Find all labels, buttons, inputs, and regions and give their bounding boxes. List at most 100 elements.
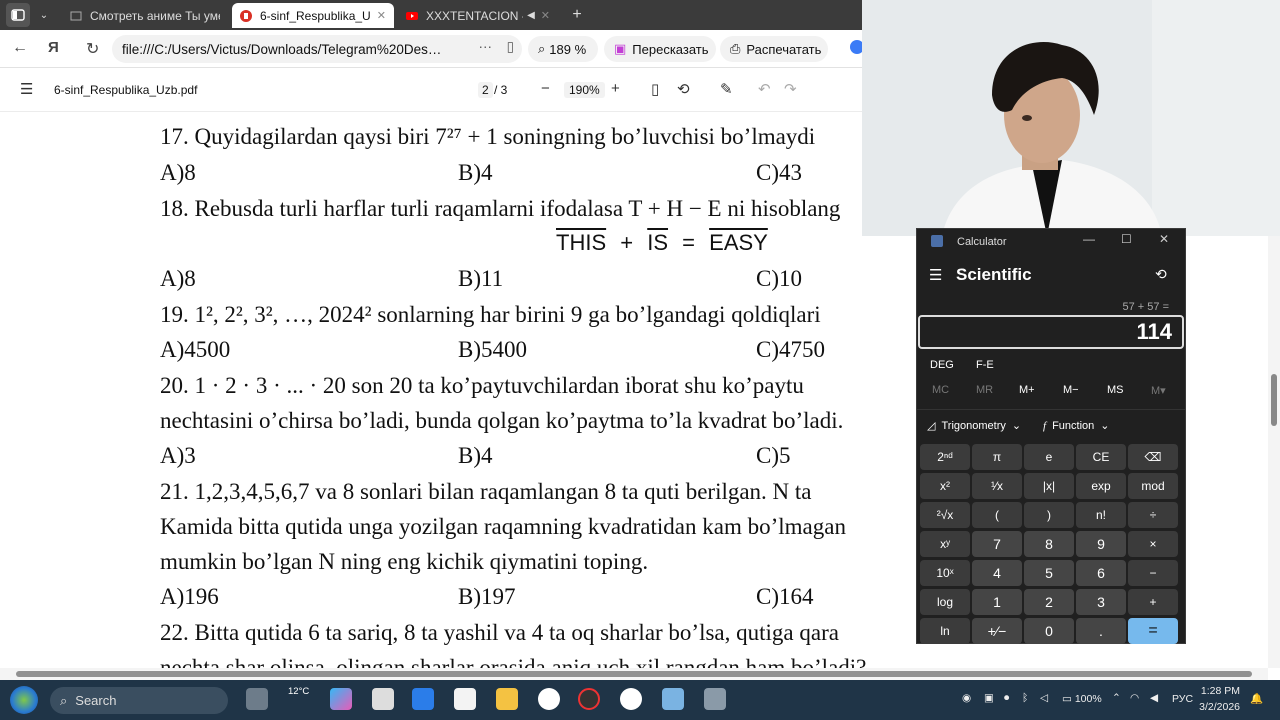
memory-recall-button[interactable]: MR — [976, 384, 993, 396]
digit-7-button[interactable]: 7 — [972, 531, 1022, 557]
memory-list-button[interactable]: M▾ — [1151, 384, 1166, 397]
start-button[interactable] — [10, 686, 38, 714]
print-button[interactable]: ⎙ Распечатать — [720, 36, 828, 62]
redo-icon[interactable]: ↷ — [784, 80, 797, 98]
file-explorer-icon[interactable] — [496, 688, 518, 710]
battery-status[interactable]: ▭ 100% — [1062, 693, 1102, 705]
angle-unit-button[interactable]: DEG — [930, 359, 954, 371]
page-number-input[interactable]: 2 — [478, 82, 493, 98]
copilot-icon[interactable] — [330, 688, 352, 710]
minus-button[interactable]: − — [1128, 560, 1178, 586]
task-view-icon[interactable] — [246, 688, 268, 710]
sqrt-button[interactable]: ²√x — [920, 502, 970, 528]
close-icon[interactable]: ✕ — [377, 9, 386, 22]
open-paren-button[interactable]: ( — [972, 502, 1022, 528]
rotate-icon[interactable]: ⟲ — [677, 80, 690, 98]
taskbar-search[interactable]: ⌕ Search — [50, 687, 228, 714]
digit-3-button[interactable]: 3 — [1076, 589, 1126, 615]
digit-8-button[interactable]: 8 — [1024, 531, 1074, 557]
fe-button[interactable]: F-E — [976, 359, 994, 371]
close-icon[interactable]: ✕ — [1159, 232, 1169, 246]
reload-icon[interactable]: ↻ — [86, 39, 99, 59]
notification-icon[interactable]: 🔔 — [1250, 692, 1263, 705]
notes-icon[interactable] — [662, 688, 684, 710]
menu-icon[interactable]: ☰ — [20, 80, 33, 98]
digit-2-button[interactable]: 2 — [1024, 589, 1074, 615]
close-paren-button[interactable]: ) — [1024, 502, 1074, 528]
zoom-out-icon[interactable]: − — [541, 80, 550, 97]
media-player-icon[interactable] — [578, 688, 600, 710]
pi-button[interactable]: π — [972, 444, 1022, 470]
multiply-button[interactable]: × — [1128, 531, 1178, 557]
tab-anime[interactable]: Смотреть аниме Ты умее — [62, 3, 228, 28]
memory-add-button[interactable]: M+ — [1019, 384, 1035, 396]
clear-entry-button[interactable]: CE — [1076, 444, 1126, 470]
clock-date[interactable]: 3/2/2026 — [1198, 701, 1240, 713]
tray-app-icon[interactable]: ◉ — [962, 692, 971, 704]
tab-list-button[interactable]: ⌄ — [34, 3, 54, 27]
undo-icon[interactable]: ↶ — [758, 80, 771, 98]
tray-chat-icon[interactable]: ▣ — [984, 692, 994, 704]
tray-bluetooth-icon[interactable]: ᛒ — [1022, 692, 1028, 704]
digit-6-button[interactable]: 6 — [1076, 560, 1126, 586]
digit-9-button[interactable]: 9 — [1076, 531, 1126, 557]
weather-widget[interactable]: 12°C — [288, 686, 309, 697]
abs-button[interactable]: |x| — [1024, 473, 1074, 499]
backspace-button[interactable]: ⌫ — [1128, 444, 1178, 470]
reciprocal-button[interactable]: ¹⁄x — [972, 473, 1022, 499]
tab-pdf[interactable]: 6-sinf_Respublika_Uzb.p ✕ — [232, 3, 394, 28]
back-arrow-icon[interactable]: ← — [12, 39, 28, 57]
ten-power-button[interactable]: 10ˣ — [920, 560, 970, 586]
function-dropdown[interactable]: f Function ⌄ — [1043, 419, 1109, 433]
fit-page-icon[interactable]: ▯ — [651, 80, 659, 98]
close-icon[interactable]: ✕ — [541, 9, 550, 22]
speaker-icon[interactable]: ◀ — [1150, 692, 1158, 704]
calculator-taskbar-icon[interactable] — [704, 688, 726, 710]
yandex-icon[interactable]: Я — [48, 39, 59, 56]
tray-overflow-icon[interactable]: ⌃ — [1112, 692, 1121, 704]
decimal-button[interactable]: . — [1076, 618, 1126, 644]
volume-icon[interactable]: ◁ — [1040, 692, 1048, 704]
exp-button[interactable]: exp — [1076, 473, 1126, 499]
store-icon[interactable] — [412, 688, 434, 710]
bookmark-icon[interactable]: ▯ — [507, 39, 514, 55]
sidebar-toggle-button[interactable] — [6, 3, 30, 27]
history-icon[interactable]: ⟲ — [1155, 266, 1167, 283]
log-button[interactable]: log — [920, 589, 970, 615]
address-bar[interactable]: file:///C:/Users/Victus/Downloads/Telegr… — [112, 35, 522, 63]
digit-5-button[interactable]: 5 — [1024, 560, 1074, 586]
pdf-zoom-input[interactable]: 190% — [564, 82, 605, 98]
wifi-icon[interactable]: ◠ — [1130, 692, 1139, 704]
maximize-icon[interactable]: ☐ — [1121, 232, 1132, 246]
tab-youtube[interactable]: XXXTENTACION - Le ◀ ✕ — [398, 3, 558, 28]
plus-button[interactable]: + — [1128, 589, 1178, 615]
windows-logo-icon[interactable] — [372, 688, 394, 710]
factorial-button[interactable]: n! — [1076, 502, 1126, 528]
new-tab-button[interactable]: + — [566, 3, 588, 27]
square-button[interactable]: x² — [920, 473, 970, 499]
digit-4-button[interactable]: 4 — [972, 560, 1022, 586]
zoom-button[interactable]: ⌕ 189 % — [528, 36, 598, 62]
ln-button[interactable]: ln — [920, 618, 970, 644]
digit-0-button[interactable]: 0 — [1024, 618, 1074, 644]
zoom-in-icon[interactable]: + — [611, 80, 620, 97]
clock-time[interactable]: 1:28 PM — [1200, 685, 1240, 697]
second-button[interactable]: 2ⁿᵈ — [920, 444, 970, 470]
vertical-scroll-thumb[interactable] — [1271, 374, 1277, 426]
memory-store-button[interactable]: MS — [1107, 384, 1124, 396]
power-button[interactable]: xʸ — [920, 531, 970, 557]
notepad-icon[interactable] — [454, 688, 476, 710]
negate-button[interactable]: +⁄− — [972, 618, 1022, 644]
microphone-icon[interactable]: ⏺ — [1004, 692, 1009, 705]
more-icon[interactable]: ··· — [479, 39, 493, 54]
memory-subtract-button[interactable]: M− — [1063, 384, 1079, 396]
input-language[interactable]: РУС — [1172, 693, 1193, 705]
digit-1-button[interactable]: 1 — [972, 589, 1022, 615]
divide-button[interactable]: ÷ — [1128, 502, 1178, 528]
hamburger-menu-icon[interactable]: ☰ — [929, 266, 942, 284]
yandex-browser-active-icon[interactable] — [620, 688, 642, 710]
equals-button[interactable]: = — [1128, 618, 1178, 644]
horizontal-scrollbar[interactable] — [0, 668, 1268, 680]
horizontal-scroll-thumb[interactable] — [16, 671, 1252, 677]
e-button[interactable]: e — [1024, 444, 1074, 470]
